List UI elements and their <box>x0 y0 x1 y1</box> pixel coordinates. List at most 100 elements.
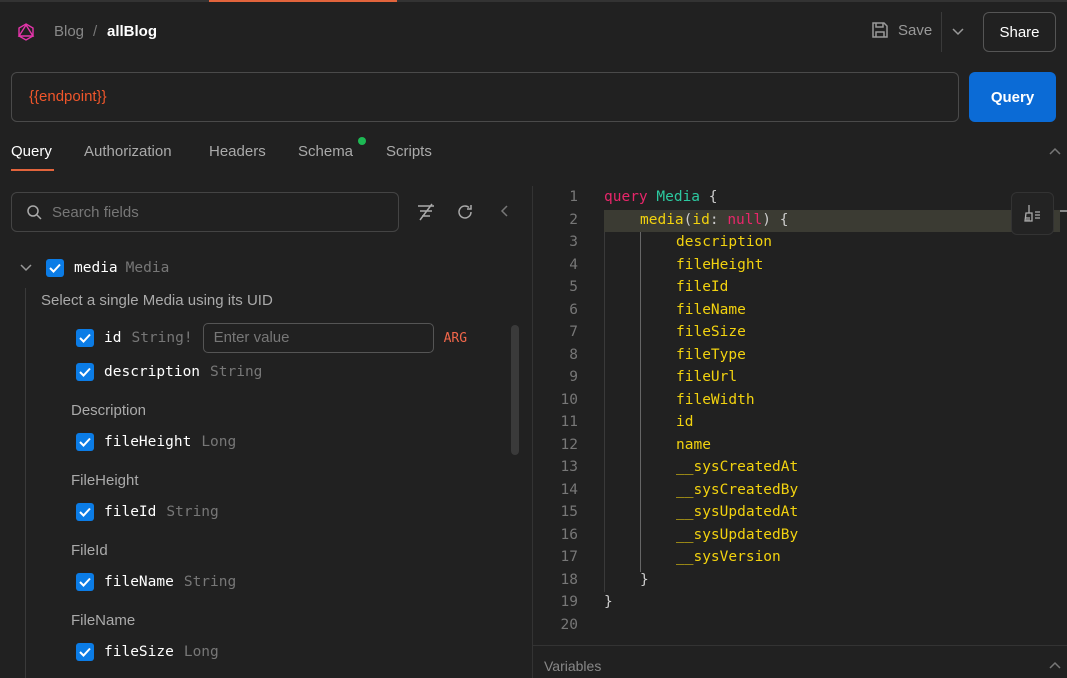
tab-schema[interactable]: Schema <box>298 143 353 160</box>
expand-chevron-icon[interactable] <box>19 263 33 273</box>
code-field: fileWidth <box>676 391 755 408</box>
breadcrumb-parent[interactable]: Blog <box>54 23 84 40</box>
refresh-icon[interactable] <box>456 203 474 221</box>
active-tab-indicator <box>209 0 397 2</box>
code-field: fileUrl <box>676 369 738 385</box>
query-button[interactable]: Query <box>969 72 1056 122</box>
collapse-chevron-up-icon[interactable] <box>1048 146 1062 156</box>
arg-item-id[interactable]: id String! Enter value ARG <box>76 323 467 353</box>
variables-chevron-up-icon[interactable] <box>1048 660 1062 670</box>
code-field: description <box>676 234 773 250</box>
filter-clear-icon[interactable] <box>416 203 436 221</box>
checkbox[interactable] <box>76 503 94 521</box>
arg-badge: ARG <box>443 330 468 346</box>
code-field: __sysUpdatedBy <box>676 526 799 543</box>
code-line: fileType <box>676 347 746 363</box>
tree-item-field[interactable]: fileHeight Long <box>76 433 236 451</box>
checkbox[interactable] <box>76 433 94 451</box>
checkbox[interactable] <box>76 573 94 591</box>
line-number: 3 <box>569 234 578 250</box>
code-arg-name: id <box>692 211 710 228</box>
search-placeholder: Search fields <box>52 203 139 221</box>
code-line: fileUrl <box>676 369 737 385</box>
arg-value-input[interactable]: Enter value <box>202 323 434 353</box>
tree-item-media[interactable]: media Media <box>46 259 169 277</box>
breadcrumb-separator: / <box>93 23 98 40</box>
collapse-panel-icon[interactable] <box>499 204 509 218</box>
tab-authorization[interactable]: Authorization <box>84 143 172 160</box>
line-number: 17 <box>560 549 578 565</box>
code-field: fileType <box>676 346 746 363</box>
line-number: 20 <box>560 616 578 633</box>
explorer-scrollbar[interactable] <box>511 325 519 455</box>
save-label: Save <box>898 21 933 39</box>
code-line: name <box>676 437 711 453</box>
check-icon <box>79 507 91 517</box>
code-field: __sysCreatedAt <box>676 459 799 475</box>
code-line: __sysVersion <box>676 549 781 565</box>
chevron-down-icon[interactable] <box>951 27 965 37</box>
code-field: fileName <box>676 301 746 318</box>
tree-item-field[interactable]: fileId String <box>76 503 219 521</box>
tab-headers[interactable]: Headers <box>209 143 266 160</box>
code-line: description <box>676 234 772 250</box>
field-name: fileSize <box>104 644 174 660</box>
search-fields-input[interactable]: Search fields <box>11 192 399 232</box>
endpoint-input[interactable]: {{endpoint}} <box>11 72 959 122</box>
tree-item-field[interactable]: fileName String <box>76 573 236 591</box>
arg-name: id <box>104 330 122 346</box>
tree-item-field[interactable]: fileSize Long <box>76 643 219 661</box>
checkbox[interactable] <box>76 363 94 381</box>
code-field: fileSize <box>676 324 746 340</box>
checkbox[interactable] <box>76 643 94 661</box>
check-icon <box>79 577 91 587</box>
share-button[interactable]: Share <box>983 12 1056 52</box>
search-icon <box>27 205 42 220</box>
indent-guide <box>640 232 641 572</box>
save-icon <box>872 22 888 38</box>
line-number: 7 <box>569 324 578 340</box>
editor-scrollbar[interactable] <box>1060 210 1067 212</box>
arg-type: String! <box>131 330 193 346</box>
code-keyword: query <box>604 189 648 205</box>
field-name: description <box>104 364 201 380</box>
field-description: FileName <box>71 612 136 629</box>
line-number: 15 <box>560 504 578 520</box>
code-field: name <box>676 436 711 453</box>
code-line: fileSize <box>676 324 746 340</box>
field-type: String <box>183 574 237 590</box>
field-description: Description <box>71 402 147 419</box>
panel-divider[interactable] <box>532 186 533 678</box>
check-icon <box>79 333 91 343</box>
line-number: 5 <box>569 279 578 295</box>
code-line: __sysCreatedBy <box>676 482 798 498</box>
field-type: Media <box>125 260 170 276</box>
tab-scripts[interactable]: Scripts <box>386 143 432 160</box>
code-field: __sysVersion <box>676 549 781 565</box>
field-type: String <box>166 504 219 520</box>
line-number: 8 <box>569 346 578 363</box>
save-button[interactable]: Save <box>870 20 932 40</box>
page-title: allBlog <box>107 23 158 40</box>
tree-item-field[interactable]: description String <box>76 363 262 381</box>
field-type: Long <box>183 644 219 660</box>
line-number: 14 <box>560 481 578 498</box>
line-number: 10 <box>560 391 578 408</box>
tab-query[interactable]: Query <box>11 143 52 160</box>
variables-panel-header[interactable]: Variables <box>533 645 1067 678</box>
line-number: 19 <box>560 594 578 610</box>
code-field: __sysUpdatedAt <box>676 504 799 520</box>
code-line: } <box>640 571 649 588</box>
code-line: __sysUpdatedAt <box>676 504 798 520</box>
prettify-button[interactable] <box>1011 192 1054 235</box>
field-name: fileHeight <box>104 434 192 450</box>
field-name: fileId <box>104 504 157 520</box>
code-arg-value: null <box>727 211 763 228</box>
field-description: FileHeight <box>71 472 139 489</box>
broom-icon <box>1023 204 1040 222</box>
line-number: 1 <box>569 189 578 205</box>
line-number: 9 <box>569 369 578 385</box>
checkbox[interactable] <box>46 259 64 277</box>
checkbox[interactable] <box>76 329 94 347</box>
code-line: query Media { <box>604 189 718 205</box>
